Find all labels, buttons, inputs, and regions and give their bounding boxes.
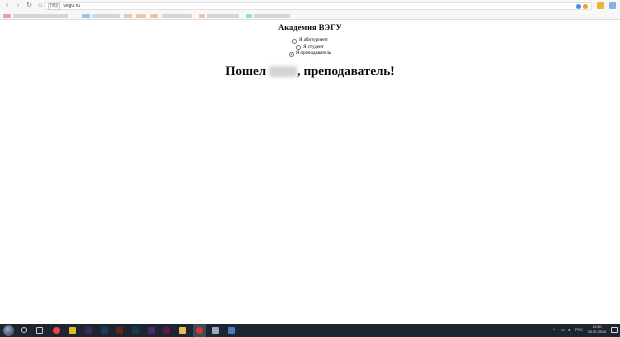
extension-icon[interactable] bbox=[597, 2, 604, 9]
redacted-name bbox=[269, 66, 298, 77]
bookmark-item[interactable] bbox=[254, 14, 290, 18]
greeting-suffix: , преподаватель! bbox=[297, 63, 395, 78]
bookmark-icon[interactable] bbox=[124, 14, 132, 18]
app-icon[interactable] bbox=[132, 327, 139, 334]
reload-icon[interactable]: ↻ bbox=[25, 2, 33, 10]
bookmark-icon[interactable] bbox=[82, 14, 90, 18]
radio-button-selected[interactable] bbox=[288, 51, 294, 57]
role-label: Я преподаватель bbox=[295, 51, 332, 57]
notifications-icon[interactable] bbox=[611, 327, 618, 333]
chrome-active-icon[interactable] bbox=[196, 327, 203, 334]
menu-icon[interactable] bbox=[609, 2, 616, 9]
after-effects-icon[interactable] bbox=[148, 327, 155, 334]
greeting-prefix: Пошел bbox=[225, 63, 267, 78]
home-icon[interactable]: ⌂ bbox=[36, 2, 44, 10]
bookmark-icon[interactable] bbox=[3, 14, 11, 18]
tray-chevron-icon[interactable]: ^ bbox=[553, 327, 555, 332]
folder-icon[interactable] bbox=[179, 327, 186, 334]
role-selector: Я абитуриент Я студент Я преподаватель bbox=[0, 38, 620, 58]
clock-date: 20.07.2019 bbox=[588, 330, 606, 334]
vim-icon[interactable] bbox=[69, 327, 76, 334]
role-label: Я абитуриент bbox=[299, 38, 328, 44]
app-icon[interactable] bbox=[228, 327, 235, 334]
bookmark-icon[interactable] bbox=[136, 14, 146, 18]
radio-button[interactable] bbox=[292, 38, 298, 44]
bookmark-item[interactable] bbox=[207, 14, 239, 18]
taskbar: ^ ▭ ◂ РУС 12:20 20.07.2019 bbox=[0, 324, 620, 337]
search-icon[interactable] bbox=[21, 327, 27, 333]
forward-icon[interactable]: › bbox=[14, 2, 22, 10]
photoshop-icon[interactable] bbox=[101, 327, 108, 334]
chrome-icon[interactable] bbox=[53, 327, 60, 334]
clock[interactable]: 12:20 20.07.2019 bbox=[586, 325, 608, 335]
browser-toolbar: ‹ › ↻ ⌂ http vegu.ru bbox=[0, 0, 620, 12]
premiere-icon[interactable] bbox=[85, 327, 92, 334]
illustrator-icon[interactable] bbox=[116, 327, 123, 334]
address-bar[interactable]: http vegu.ru bbox=[44, 2, 592, 10]
bookmarks-bar bbox=[0, 12, 620, 20]
start-button[interactable] bbox=[3, 325, 14, 336]
network-icon[interactable]: ▭ bbox=[561, 327, 565, 332]
app-icon[interactable] bbox=[212, 327, 219, 334]
bookmark-item[interactable] bbox=[13, 14, 68, 18]
bookmark-item[interactable] bbox=[162, 14, 192, 18]
role-label: Я студент bbox=[303, 44, 324, 50]
indesign-icon[interactable] bbox=[163, 327, 170, 334]
back-icon[interactable]: ‹ bbox=[3, 2, 11, 10]
bookmark-icon[interactable] bbox=[199, 14, 205, 18]
language-indicator[interactable]: РУС bbox=[575, 327, 583, 332]
task-view-icon[interactable] bbox=[36, 327, 43, 334]
scheme-badge: http bbox=[48, 2, 61, 10]
bookmark-icon[interactable] bbox=[246, 14, 252, 18]
radio-button[interactable] bbox=[296, 45, 302, 51]
bookmark-icon[interactable] bbox=[150, 14, 158, 18]
greeting-heading: Пошел , преподаватель! bbox=[0, 63, 620, 79]
url-text[interactable]: vegu.ru bbox=[63, 3, 80, 9]
translate-icon[interactable] bbox=[576, 4, 581, 9]
role-option-teacher[interactable]: Я преподаватель bbox=[0, 51, 620, 58]
volume-icon[interactable]: ◂ bbox=[568, 327, 570, 332]
star-icon[interactable] bbox=[583, 4, 588, 9]
bookmark-item[interactable] bbox=[92, 14, 120, 18]
page-title: Академия ВЭГУ bbox=[278, 22, 342, 32]
